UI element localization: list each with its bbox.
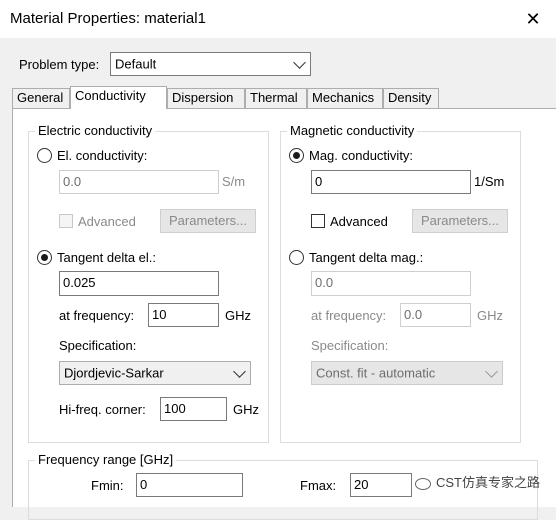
close-icon[interactable]: ✕ [520, 6, 546, 32]
electric-advanced-checkbox[interactable] [59, 214, 73, 228]
title-bar: Material Properties: material1 ✕ [0, 0, 556, 38]
mag-conductivity-input[interactable]: 0 [311, 170, 471, 194]
mag-specification-label: Specification: [311, 338, 389, 353]
window-title: Material Properties: material1 [10, 10, 206, 27]
el-specification-label: Specification: [59, 338, 137, 353]
problem-type-select[interactable]: Default [110, 52, 311, 76]
watermark: CST仿真专家之路 [415, 472, 540, 491]
electric-advanced-label: Advanced [78, 214, 136, 229]
tangent-delta-el-label: Tangent delta el.: [57, 250, 157, 265]
magnetic-advanced-label: Advanced [330, 214, 388, 229]
el-conductivity-label: El. conductivity: [57, 148, 148, 163]
hifreq-corner-unit: GHz [233, 402, 259, 417]
tangent-delta-el-radio[interactable] [37, 250, 52, 265]
mag-specification-value: Const. fit - automatic [316, 365, 436, 381]
electric-parameters-button[interactable]: Parameters... [160, 209, 256, 233]
el-frequency-unit: GHz [225, 308, 251, 323]
fmax-label: Fmax: [300, 478, 337, 493]
tab-general[interactable]: General [12, 88, 70, 108]
tangent-delta-el-input[interactable]: 0.025 [59, 271, 219, 296]
mag-conductivity-label: Mag. conductivity: [309, 148, 414, 163]
hifreq-corner-input[interactable]: 100 [160, 397, 227, 421]
tab-conductivity[interactable]: Conductivity [70, 86, 167, 109]
tangent-delta-mag-label: Tangent delta mag.: [309, 250, 424, 265]
tab-thermal[interactable]: Thermal [245, 88, 307, 108]
magnetic-group-title: Magnetic conductivity [287, 123, 418, 138]
problem-type-label: Problem type: [19, 57, 100, 72]
wechat-icon [415, 477, 431, 490]
mag-conductivity-radio[interactable] [289, 148, 304, 163]
fmin-input[interactable]: 0 [136, 473, 243, 497]
mag-conductivity-unit: 1/Sm [474, 174, 505, 189]
problem-type-value: Default [115, 56, 157, 72]
el-specification-select[interactable]: Djordjevic-Sarkar [59, 361, 251, 385]
tab-density[interactable]: Density [383, 88, 439, 108]
tab-dispersion[interactable]: Dispersion [167, 88, 245, 108]
tangent-delta-mag-radio[interactable] [289, 250, 304, 265]
frequency-range-title: Frequency range [GHz] [35, 452, 177, 467]
mag-specification-select[interactable]: Const. fit - automatic [311, 361, 503, 385]
mag-frequency-input[interactable]: 0.0 [400, 303, 471, 327]
el-conductivity-input[interactable]: 0.0 [59, 170, 219, 194]
el-specification-value: Djordjevic-Sarkar [64, 365, 164, 381]
chevron-down-icon [293, 56, 306, 69]
el-frequency-input[interactable]: 10 [148, 303, 219, 327]
mag-frequency-unit: GHz [477, 308, 503, 323]
mag-frequency-label: at frequency: [311, 308, 387, 323]
chevron-down-icon [233, 365, 246, 378]
fmin-label: Fmin: [91, 478, 124, 493]
hifreq-corner-label: Hi-freq. corner: [59, 402, 146, 417]
tangent-delta-mag-input[interactable]: 0.0 [311, 271, 471, 296]
fmax-input[interactable]: 20 [350, 473, 412, 497]
watermark-text: CST仿真专家之路 [436, 475, 541, 490]
el-frequency-label: at frequency: [59, 308, 135, 323]
chevron-down-icon [485, 365, 498, 378]
electric-group-title: Electric conductivity [35, 123, 156, 138]
magnetic-advanced-checkbox[interactable] [311, 214, 325, 228]
magnetic-parameters-button[interactable]: Parameters... [412, 209, 508, 233]
tab-mechanics[interactable]: Mechanics [307, 88, 383, 108]
el-conductivity-unit: S/m [222, 174, 246, 189]
el-conductivity-radio[interactable] [37, 148, 52, 163]
